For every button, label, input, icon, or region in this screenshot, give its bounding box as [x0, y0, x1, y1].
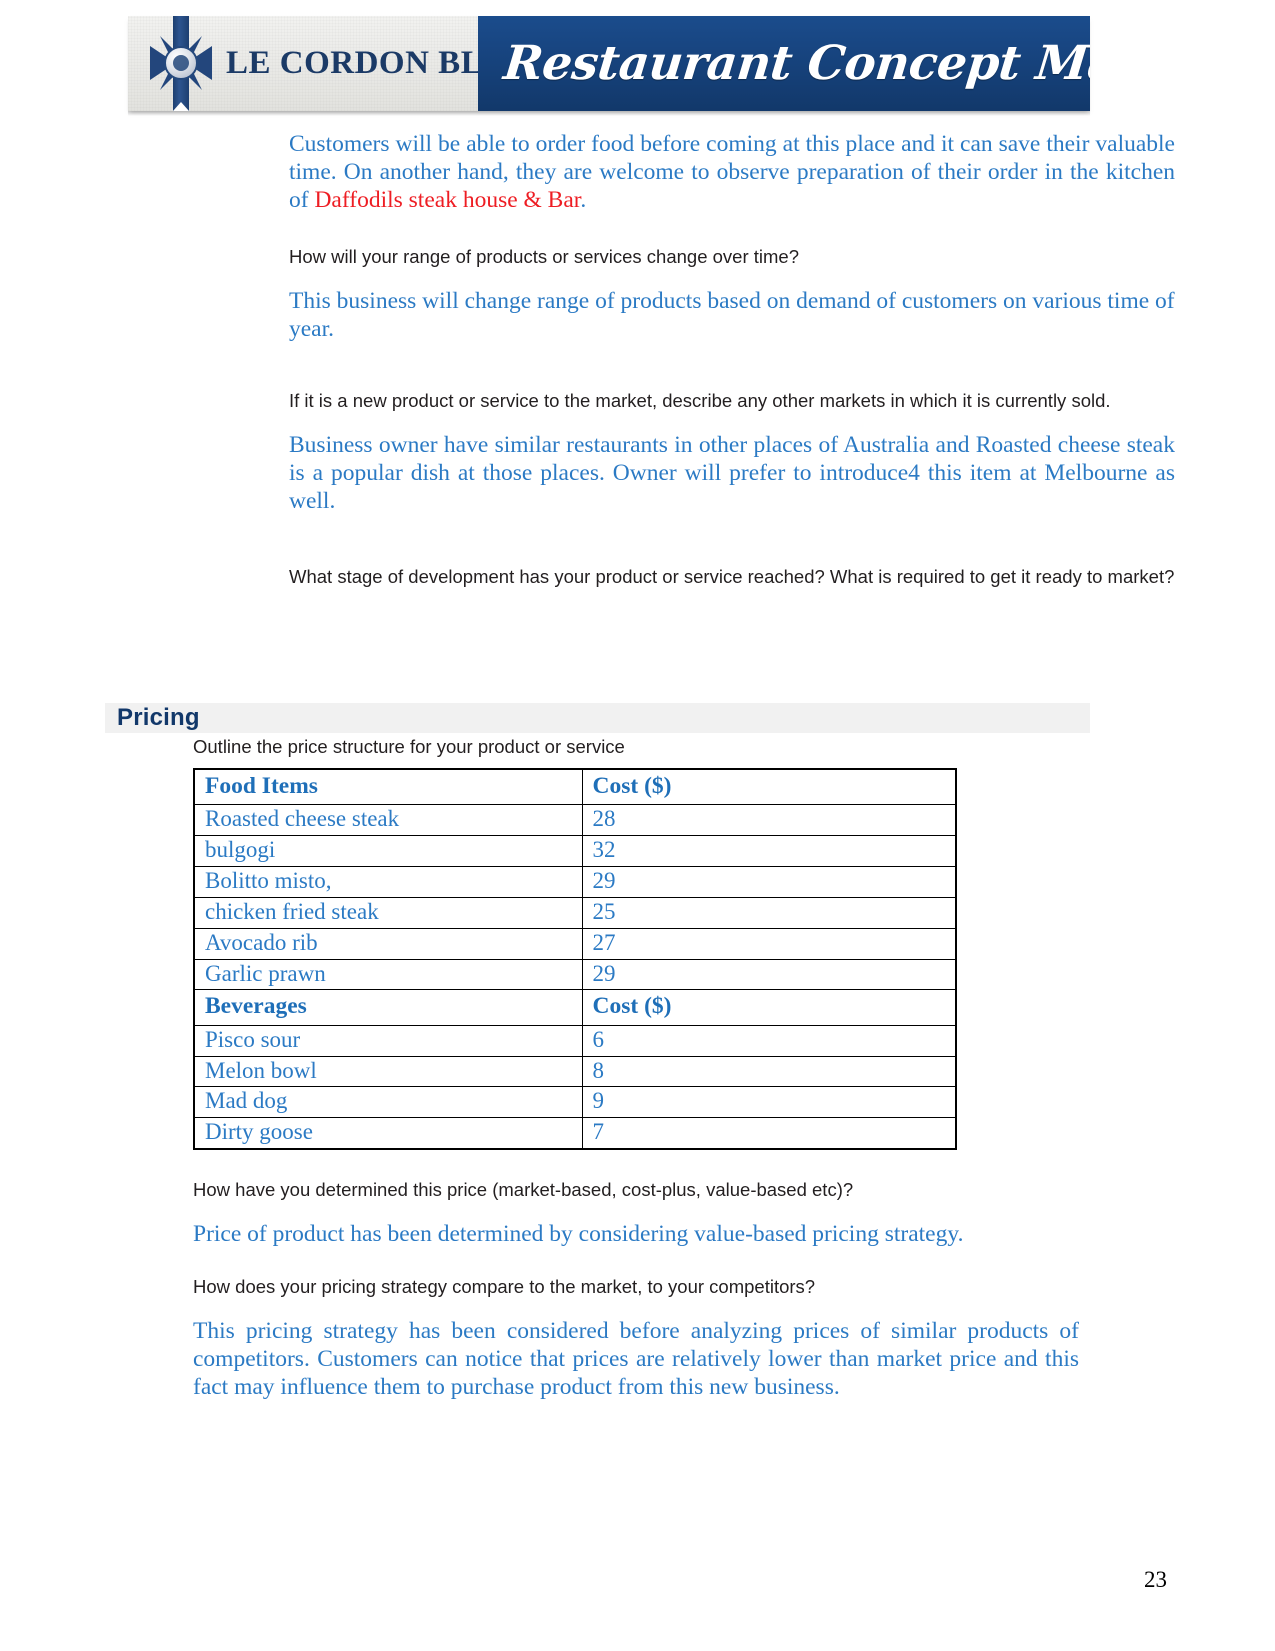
table-header-row-food: Food Items Cost ($): [193, 768, 957, 806]
pricing-qa-block-1: How have you determined this price (mark…: [193, 1178, 1079, 1248]
cell-item-cost: 25: [581, 896, 957, 929]
page-number: 23: [1144, 1567, 1167, 1592]
cell-item-cost: 29: [581, 866, 957, 898]
cell-item-cost: 8: [581, 1055, 957, 1088]
crest-medallion-shape: [164, 46, 198, 80]
pricing-qa-block-2: How does your pricing strategy compare t…: [193, 1275, 1079, 1402]
question-2: If it is a new product or service to the…: [289, 389, 1111, 411]
document-body: Customers will be able to order food bef…: [0, 130, 1275, 593]
document-page: LE CORDON BLEU® Restaurant Concept Manag…: [0, 0, 1275, 1651]
cell-item-cost: 27: [581, 927, 957, 960]
qa-block-1: How will your range of products or servi…: [96, 245, 1179, 343]
header-brand-panel: LE CORDON BLEU®: [128, 16, 541, 111]
table-row: Mad dog 9: [193, 1086, 957, 1119]
cordon-bleu-crest-icon: [150, 16, 212, 111]
header-cell-food-items: Food Items: [193, 768, 583, 806]
pricing-question-2: How does your pricing strategy compare t…: [193, 1276, 816, 1297]
cell-item-name: Bolitto misto,: [193, 866, 583, 898]
header-underline-shadow: [128, 111, 1090, 116]
intro-answer-text-2: .: [580, 187, 587, 214]
table-header-row-beverages: Beverages Cost ($): [193, 989, 957, 1026]
pricing-intro-block: Outline the price structure for your pro…: [193, 735, 1079, 760]
intro-answer-paragraph: Customers will be able to order food bef…: [289, 130, 1175, 215]
cell-item-cost: 32: [581, 835, 957, 868]
cell-item-name: bulgogi: [193, 835, 583, 868]
table-row: Pisco sour 6: [193, 1024, 957, 1057]
cell-item-name: Roasted cheese steak: [193, 804, 583, 837]
cell-item-name: Avocado rib: [193, 927, 583, 960]
table-row: chicken fried steak 25: [193, 896, 957, 929]
header-title-panel: Restaurant Concept Management: [478, 16, 1090, 111]
table-row: Melon bowl 8: [193, 1055, 957, 1088]
pricing-intro-question: Outline the price structure for your pro…: [193, 736, 625, 757]
price-structure-table-wrap: Food Items Cost ($) Roasted cheese steak…: [193, 768, 957, 1151]
header-cell-beverages: Beverages: [193, 989, 583, 1026]
table-row: Garlic prawn 29: [193, 958, 957, 991]
header-cell-food-cost: Cost ($): [581, 768, 957, 806]
pricing-heading-band: [105, 703, 1090, 733]
table-row: Bolitto misto, 29: [193, 866, 957, 898]
table-row: bulgogi 32: [193, 835, 957, 868]
cell-item-name: chicken fried steak: [193, 896, 583, 929]
answer-1: This business will change range of produ…: [289, 287, 1175, 342]
intro-answer-block: Customers will be able to order food bef…: [96, 130, 1179, 215]
question-3: What stage of development has your produ…: [289, 566, 1175, 588]
pricing-question-1: How have you determined this price (mark…: [193, 1179, 854, 1200]
cell-item-cost: 9: [581, 1086, 957, 1119]
question-1: How will your range of products or servi…: [289, 245, 800, 267]
cell-item-cost: 7: [581, 1117, 957, 1150]
table-row: Avocado rib 27: [193, 927, 957, 960]
price-structure-table: Food Items Cost ($) Roasted cheese steak…: [193, 768, 957, 1151]
business-name-highlight: Daffodils steak house & Bar: [314, 187, 581, 214]
qa-block-2: If it is a new product or service to the…: [96, 389, 1179, 516]
table-row: Roasted cheese steak 28: [193, 804, 957, 837]
pricing-answer-2: This pricing strategy has been considere…: [193, 1317, 1079, 1401]
cell-item-cost: 6: [581, 1024, 957, 1057]
cell-item-name: Dirty goose: [193, 1117, 583, 1150]
table-row: Dirty goose 7: [193, 1117, 957, 1150]
qa-block-3: What stage of development has your produ…: [96, 561, 1179, 592]
header-cell-beverage-cost: Cost ($): [581, 989, 957, 1026]
cell-item-name: Melon bowl: [193, 1055, 583, 1088]
answer-2: Business owner have similar restaurants …: [289, 431, 1175, 515]
page-header-banner: LE CORDON BLEU® Restaurant Concept Manag…: [128, 16, 1090, 111]
cell-item-name: Mad dog: [193, 1086, 583, 1119]
pricing-heading: Pricing: [117, 704, 200, 731]
cell-item-name: Pisco sour: [193, 1024, 583, 1057]
cell-item-cost: 28: [581, 804, 957, 837]
banner-title: Restaurant Concept Management: [501, 36, 1090, 91]
cell-item-name: Garlic prawn: [193, 958, 583, 991]
cell-item-cost: 29: [581, 958, 957, 991]
pricing-answer-1: Price of product has been determined by …: [193, 1220, 964, 1247]
